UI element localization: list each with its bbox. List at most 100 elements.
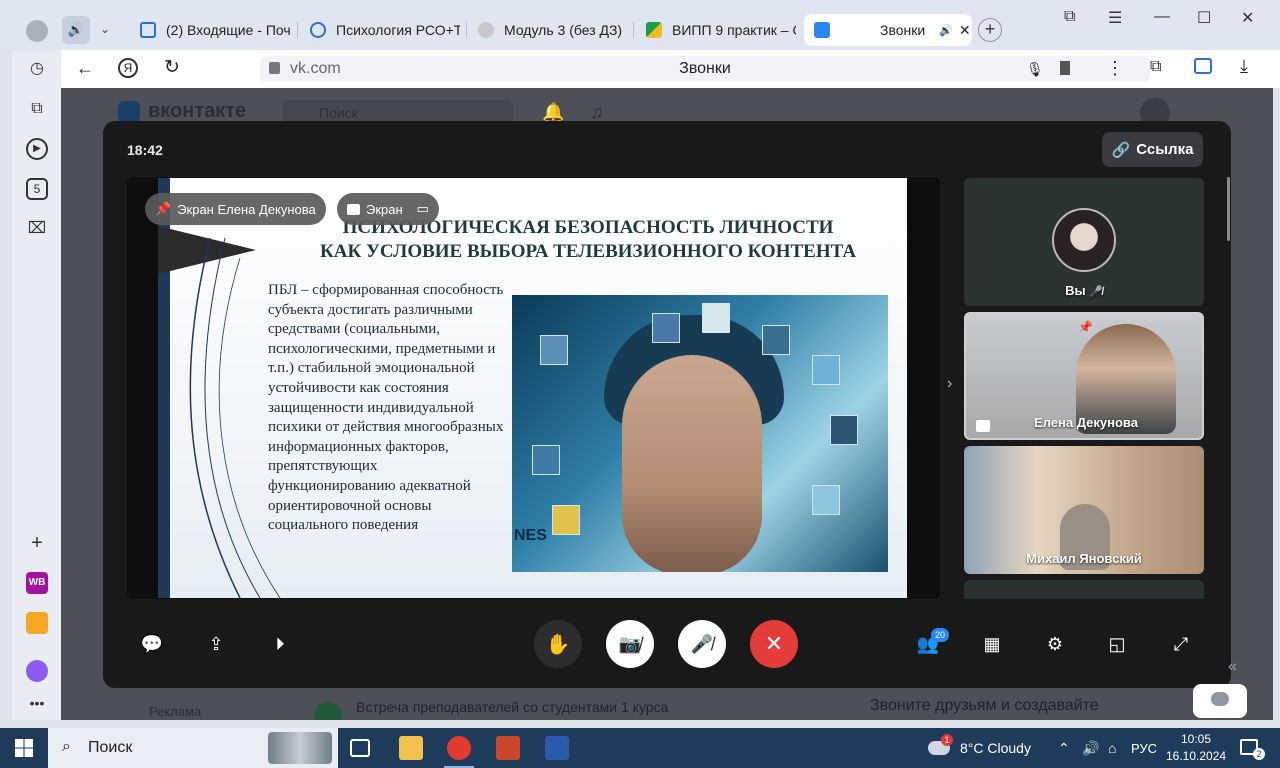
notifications-count: 2	[1253, 748, 1265, 760]
add-panel-icon[interactable]: +	[26, 532, 48, 554]
extensions-icon[interactable]	[1194, 58, 1212, 74]
menu-icon[interactable]: ☰	[1108, 8, 1122, 28]
participant-tile-elena[interactable]: 📌 Елена Декунова	[964, 312, 1204, 440]
network-icon[interactable]: ⌂	[1108, 728, 1116, 768]
tab-divider	[297, 22, 298, 38]
participant-name: Елена Декунова	[1034, 415, 1138, 430]
address-field[interactable]: vk.com Звонки 🎙	[260, 56, 1150, 82]
end-call-button[interactable]: ✕	[750, 620, 798, 668]
presenter-chip-label: Экран Елена Декунова	[177, 201, 316, 217]
participant-tile-self[interactable]: Вы 🎤̸	[964, 178, 1204, 306]
weather-widget[interactable]: 1 8°C Cloudy	[928, 728, 1031, 768]
language-indicator[interactable]: РУС	[1131, 728, 1157, 768]
powerpoint-icon[interactable]	[496, 736, 520, 760]
image-tile	[552, 505, 580, 535]
settings-icon[interactable]: ⚙	[1043, 632, 1067, 656]
word-icon[interactable]	[545, 736, 569, 760]
participants-scrollbar[interactable]	[1227, 177, 1230, 241]
share-screen-icon[interactable]: ⇪	[204, 632, 228, 656]
download-icon[interactable]: ⤓	[1240, 56, 1248, 77]
collapse-panel-icon[interactable]: «	[1228, 658, 1237, 676]
mail-app-icon[interactable]	[26, 612, 48, 634]
sound-tab-button[interactable]: 🔊	[62, 16, 90, 44]
presenter-chip[interactable]: 📌 Экран Елена Декунова	[145, 193, 326, 225]
music-icon[interactable]: ♫	[590, 102, 604, 123]
drive-icon	[646, 22, 662, 38]
taskbar-search[interactable]: ⌕ Поиск	[48, 728, 338, 768]
speaker-icon[interactable]: 🔊	[939, 24, 953, 37]
call-window: 18:42 🔗 Ссылка ПСИХОЛОГИЧЕСКАЯ БЕЗОПАСНО…	[103, 121, 1231, 688]
record-icon[interactable]: ⏵	[268, 632, 292, 656]
bookmarks-panel-icon[interactable]: ⧉	[1064, 8, 1075, 26]
chat-icon[interactable]: 💬	[140, 632, 164, 656]
yandex-browser-icon[interactable]	[447, 736, 471, 760]
play-icon[interactable]: ▶	[26, 138, 48, 160]
raise-hand-button[interactable]: ✋	[534, 620, 582, 668]
wb-app-icon[interactable]: WB	[26, 572, 48, 594]
mail-icon	[140, 22, 156, 38]
camera-icon: ▭	[416, 201, 429, 216]
tabs-dropdown-button[interactable]: ⌄	[100, 22, 110, 36]
search-highlight-image	[268, 732, 332, 764]
slide-image: NES	[512, 295, 888, 572]
slide-body-text: ПБЛ – сформированная способность субъект…	[268, 282, 504, 534]
close-icon[interactable]: ✕	[959, 22, 971, 39]
slide-image-face	[622, 355, 762, 572]
grid-layout-icon[interactable]: ▦	[980, 632, 1004, 656]
maximize-icon[interactable]: ☐	[1197, 8, 1211, 28]
close-window-icon[interactable]: ✕	[1241, 8, 1254, 28]
clock-icon[interactable]: ◷	[26, 58, 48, 80]
yandex-icon[interactable]: Я	[118, 58, 138, 78]
address-page-title: Звонки	[679, 60, 731, 77]
chat-fab-button[interactable]	[1193, 684, 1247, 718]
profile-avatar[interactable]	[26, 20, 48, 42]
screen-chip[interactable]: Экран ▭	[337, 193, 439, 225]
participant-tile-more[interactable]	[964, 580, 1204, 599]
participant-tile-mikhail[interactable]: Михаил Яновский	[964, 446, 1204, 574]
tabs-icon[interactable]: ⧉	[26, 98, 48, 120]
meeting-title[interactable]: Встреча преподавателей со студентами 1 к…	[356, 699, 668, 715]
tab-vipp[interactable]: ВИПП 9 практик – G	[646, 14, 796, 46]
camera-toggle-button[interactable]: 📷̸	[606, 620, 654, 668]
fullscreen-icon[interactable]: ⤢	[1169, 632, 1193, 656]
chevron-right-icon[interactable]: ›	[947, 375, 952, 393]
tab-inbox[interactable]: (2) Входящие - Почт	[140, 14, 290, 46]
volume-icon[interactable]: 🔊	[1082, 728, 1099, 768]
collections-icon[interactable]: ⧉	[1150, 58, 1161, 76]
file-explorer-icon[interactable]	[399, 736, 423, 760]
reload-icon[interactable]: ↻	[164, 56, 180, 79]
tray-chevron-icon[interactable]: ⌃	[1058, 728, 1070, 768]
minimize-window-icon[interactable]: ◱	[1105, 632, 1129, 656]
alice-icon[interactable]	[26, 660, 48, 682]
more-vertical-icon[interactable]: ⋮	[1106, 58, 1124, 79]
tab-calls[interactable]: Звонки 🔊 ✕	[804, 14, 972, 46]
participant-name: Михаил Яновский	[1026, 551, 1142, 566]
self-avatar	[1052, 208, 1116, 272]
bell-icon[interactable]: 🔔	[542, 102, 564, 123]
mic-toggle-button[interactable]: 🎤̸	[678, 620, 726, 668]
back-icon[interactable]: ←	[76, 58, 94, 79]
badge-five-icon[interactable]: 5	[26, 178, 48, 200]
tab-divider	[633, 22, 634, 38]
tab-module[interactable]: Модуль 3 (без ДЗ)	[478, 14, 628, 46]
bookmark-icon[interactable]	[1060, 61, 1070, 75]
plus-icon: +	[984, 19, 996, 39]
address-bar-row: ← Я ↻ vk.com Звонки 🎙 ⋮ ⧉ ⤓	[60, 50, 1280, 88]
copy-link-button[interactable]: 🔗 Ссылка	[1102, 132, 1203, 167]
task-view-icon[interactable]	[350, 739, 370, 757]
image-tile	[540, 335, 568, 365]
shared-screen[interactable]: ПСИХОЛОГИЧЕСКАЯ БЕЗОПАСНОСТЬ ЛИЧНОСТИ КА…	[127, 177, 940, 599]
page-icon	[478, 22, 494, 38]
tab-psychology[interactable]: Психология РСО+ТЕ	[310, 14, 460, 46]
new-tab-button[interactable]: +	[978, 18, 1002, 42]
more-horizontal-icon[interactable]: •••	[26, 692, 48, 714]
vk-logo[interactable]: вконтакте	[118, 100, 246, 123]
screenshot-icon[interactable]: ⌧	[26, 218, 48, 240]
minimize-icon[interactable]: —	[1154, 8, 1170, 26]
participants-list[interactable]: Вы 🎤̸ 📌 Елена Декунова Михаил Яновский	[964, 178, 1204, 599]
clock[interactable]: 10:05 16.10.2024	[1166, 731, 1226, 765]
windows-start-icon[interactable]	[15, 739, 33, 757]
microphone-icon[interactable]: 🎙	[1026, 61, 1044, 78]
clock-time: 10:05	[1180, 732, 1212, 746]
ads-link[interactable]: Реклама	[149, 704, 201, 719]
